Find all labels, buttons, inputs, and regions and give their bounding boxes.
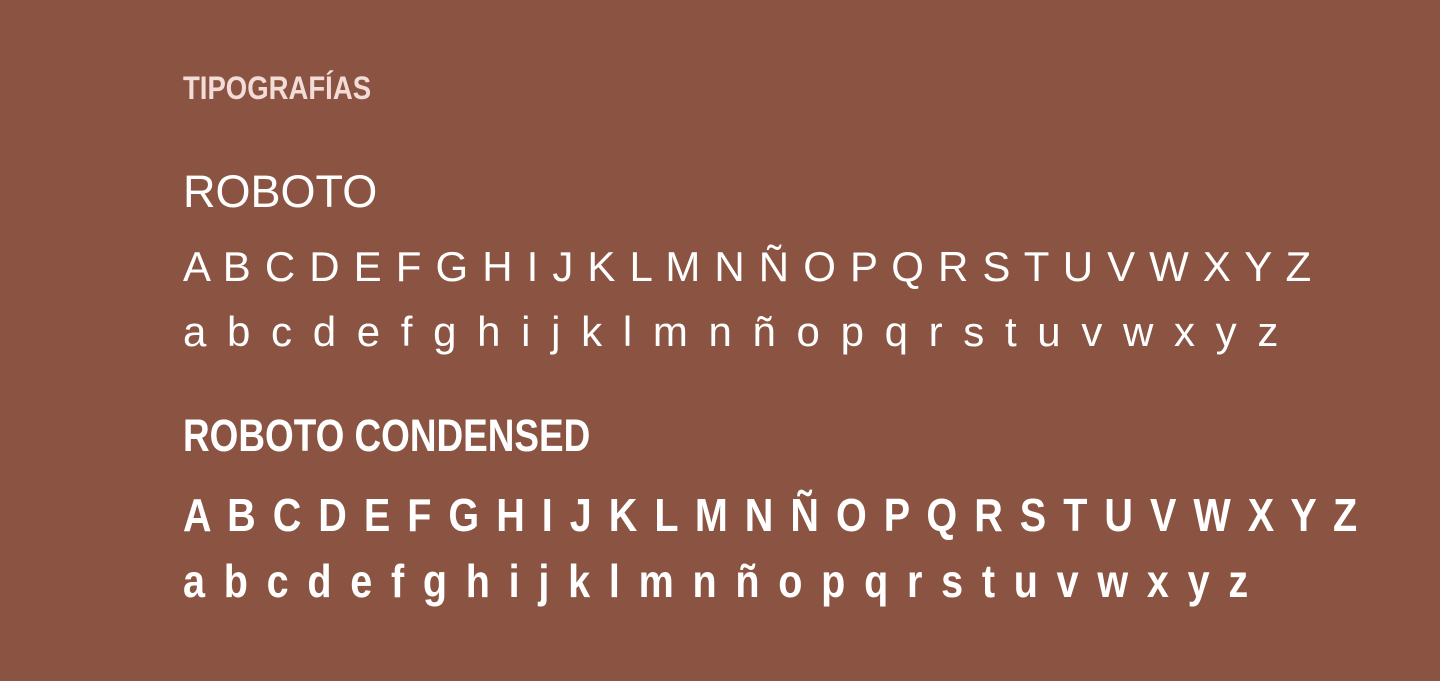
- lowercase-alphabet-roboto: a b c d e f g h i j k l m n ñ o p q r s …: [183, 308, 1282, 355]
- uppercase-alphabet-roboto: A B C D E F G H I J K L M N Ñ O P Q R S …: [183, 243, 1314, 290]
- font-name-roboto: ROBOTO: [183, 166, 378, 217]
- lowercase-alphabet-roboto-condensed: a b c d e f g h i j k l m n ñ o p q r s …: [183, 555, 1249, 607]
- font-name-roboto-condensed: ROBOTO CONDENSED: [183, 410, 591, 461]
- uppercase-alphabet-roboto-condensed: A B C D E F G H I J K L M N Ñ O P Q R S …: [183, 489, 1359, 541]
- section-title: TIPOGRAFÍAS: [183, 70, 372, 106]
